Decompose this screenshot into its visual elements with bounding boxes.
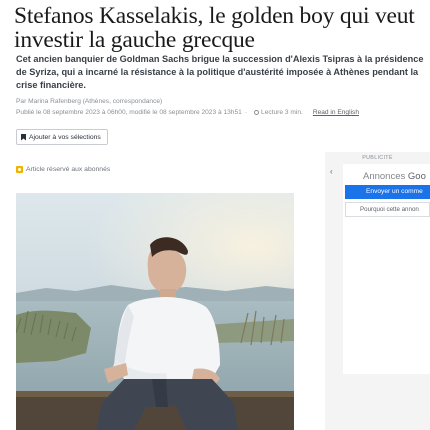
add-to-selections-button[interactable]: Ajouter à vos sélections: [16, 129, 108, 145]
publication-dates: Publié le 08 septembre 2023 à 06h00, mod…: [16, 109, 242, 116]
read-in-english-link[interactable]: Read in English: [313, 109, 359, 116]
advertisement-panel: PUBLICITÉ ‹ Annonces Goo Envoyer un comm…: [325, 152, 430, 430]
article-photo: [16, 193, 294, 430]
article-standfirst: Cet ancien banquier de Goldman Sachs bri…: [16, 54, 424, 90]
why-this-ad-button[interactable]: Pourquoi cette annon: [345, 202, 430, 217]
article-headline: Stefanos Kasselakis, le golden boy qui v…: [14, 3, 415, 53]
ad-title-brand: Goo: [407, 171, 426, 182]
ad-title-prefix: Annonces: [363, 171, 408, 182]
date-line: Publié le 08 septembre 2023 à 06h00, mod…: [16, 109, 359, 116]
advertisement-label: PUBLICITÉ: [362, 155, 393, 161]
send-comment-button[interactable]: Envoyer un comme: [345, 185, 430, 199]
key-icon: [16, 166, 23, 173]
meta-separator: ·: [244, 109, 248, 116]
clock-icon: [254, 110, 260, 115]
add-to-selections-label: Ajouter à vos sélections: [29, 133, 101, 141]
ad-title: Annonces Goo: [363, 171, 426, 182]
author-line: Par Marina Rafenberg (Athènes, correspon…: [16, 98, 163, 105]
back-arrow-icon[interactable]: ‹: [330, 167, 333, 176]
reading-time: Lecture 3 min.: [261, 109, 303, 116]
bookmark-icon: [21, 133, 26, 141]
subscribers-badge: Article réservé aux abonnés: [16, 166, 110, 173]
subscribers-label: Article réservé aux abonnés: [26, 166, 111, 173]
